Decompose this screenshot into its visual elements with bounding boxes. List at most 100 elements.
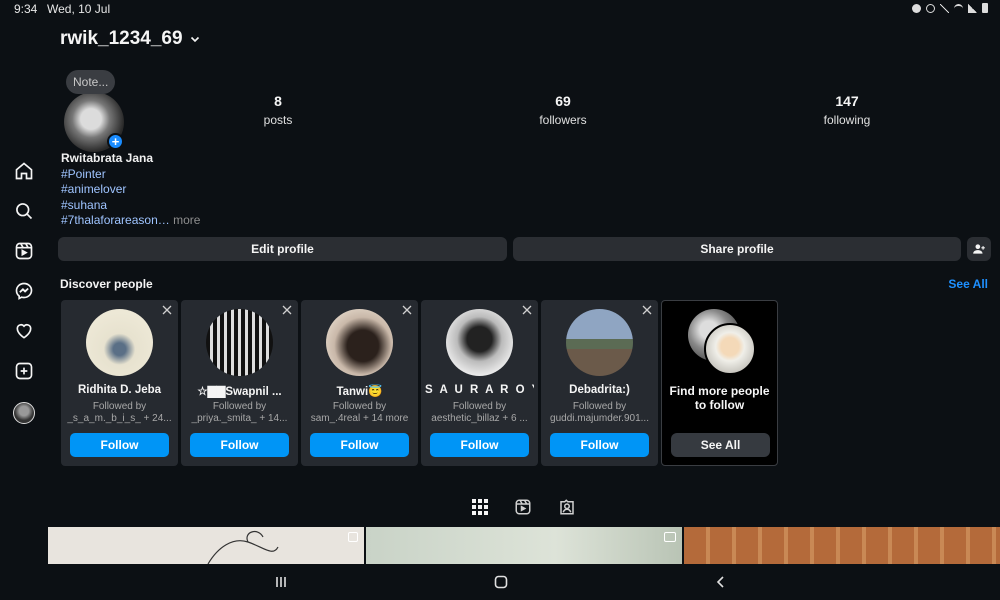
alarm-icon [926,3,935,13]
home-button-icon[interactable] [493,574,509,590]
close-icon[interactable] [642,305,652,315]
grid-icon [472,499,488,515]
suggestion-name[interactable]: Debadrita:) [545,384,654,396]
followed-by-label: Followed by [92,401,147,412]
suggestion-name[interactable]: ☆▇▇Swapnil ... [185,384,294,398]
suggestion-name[interactable]: S A U R A R O Y [425,384,534,396]
bio-hashtag[interactable]: #suhana [61,198,200,214]
post-thumbnail[interactable] [684,527,1000,564]
followed-by-label: Followed by [572,401,627,412]
follow-button[interactable]: Follow [550,433,649,457]
suggestion-card[interactable]: Tanwi😇 Followed by sam_.4real + 14 more … [301,300,418,466]
close-icon[interactable] [522,305,532,315]
tab-reels[interactable] [513,497,533,517]
status-bar: 9:34 Wed, 10 Jul [0,0,1000,18]
status-icons [912,3,988,13]
tab-grid[interactable] [470,497,490,517]
system-nav-bar [0,564,1000,600]
carousel-icon [348,532,358,542]
search-icon[interactable] [13,200,35,222]
suggestion-card[interactable]: Debadrita:) Followed by guddi.majumder.9… [541,300,658,466]
username[interactable]: rwik_1234_69 [60,28,183,50]
bio-hashtag[interactable]: #Pointer [61,167,200,183]
suggestion-card[interactable]: Ridhita D. Jeba Followed by _s_a_m._b_i_… [61,300,178,466]
status-time: 9:34 [14,2,38,16]
close-icon[interactable] [402,305,412,315]
followed-by-users: sam_.4real + 14 more [310,413,409,424]
notification-icon [912,3,921,13]
stat-posts[interactable]: 8 posts [218,93,338,127]
followed-by-label: Followed by [212,401,267,412]
tagged-icon [560,499,574,515]
stat-label: followers [539,113,587,127]
display-name: Rwitabrata Jana [61,151,154,165]
close-icon[interactable] [162,305,172,315]
stat-following[interactable]: 147 following [787,93,907,127]
suggestion-name[interactable]: Tanwi😇 [305,384,414,398]
followed-by-users: _s_a_m._b_i_s_ + 24... [67,413,172,424]
reel-badge-icon [664,532,676,542]
suggestion-card[interactable]: ☆▇▇Swapnil ... Followed by _priya._smita… [181,300,298,466]
stat-followers[interactable]: 69 followers [503,93,623,127]
add-story-icon[interactable]: + [107,133,124,150]
suggestion-avatar[interactable] [446,309,513,376]
add-person-icon [973,244,985,254]
home-icon[interactable] [13,160,35,182]
recent-apps-icon[interactable] [273,574,289,590]
find-more-card[interactable]: Find more people to follow See All [661,300,778,466]
followed-by-label: Followed by [332,401,387,412]
bio-hashtag[interactable]: #7thalaforareason… [61,213,170,227]
suggestion-avatar[interactable] [206,309,273,376]
follow-button[interactable]: Follow [70,433,169,457]
followed-by-label: Followed by [452,401,507,412]
sketch-drawing [207,530,279,565]
reels-icon[interactable] [13,240,35,262]
post-thumbnail[interactable] [48,527,364,565]
suggestion-card[interactable]: S A U R A R O Y Followed by aesthetic_bi… [421,300,538,466]
status-date: Wed, 10 Jul [47,2,111,16]
profile-avatar[interactable] [13,402,35,424]
find-more-text: Find more people to follow [669,384,770,412]
profile-tabs [0,497,1000,517]
stat-value: 8 [274,93,282,109]
suggestion-avatar[interactable] [566,309,633,376]
chevron-down-icon[interactable] [189,33,201,45]
see-all-button[interactable]: See All [671,433,770,457]
tab-tagged[interactable] [557,497,577,517]
post-thumbnail[interactable] [366,527,682,564]
add-user-button[interactable] [967,237,991,261]
bio-hashtag[interactable]: #animelover [61,182,200,198]
share-profile-button[interactable]: Share profile [513,237,961,261]
follow-button[interactable]: Follow [190,433,289,457]
followed-by-users: guddi.majumder.901... [550,413,649,424]
discover-title: Discover people [60,277,153,291]
battery-icon [982,3,988,13]
suggestion-name[interactable]: Ridhita D. Jeba [65,384,174,396]
messenger-icon[interactable] [13,280,35,302]
create-icon[interactable] [13,360,35,382]
heart-icon[interactable] [13,320,35,342]
see-all-link[interactable]: See All [948,277,988,291]
signal-icon [968,3,977,13]
suggestion-avatar[interactable] [86,309,153,376]
stat-label: following [823,113,871,127]
suggestion-avatar [704,323,756,375]
follow-button[interactable]: Follow [430,433,529,457]
close-icon[interactable] [282,305,292,315]
bio-more-link[interactable]: more [173,213,200,227]
mute-icon [940,3,949,13]
profile-header[interactable]: rwik_1234_69 [60,28,201,50]
stat-value: 69 [555,93,571,109]
note-bubble[interactable]: Note... [66,70,116,94]
reels-icon [515,499,531,515]
profile-bio: Rwitabrata Jana #Pointer #animelover #su… [61,151,200,229]
followed-by-users: aesthetic_billaz + 6 ... [431,413,528,424]
followed-by-users: _priya._smita_ + 14... [191,413,288,424]
edit-profile-button[interactable]: Edit profile [58,237,507,261]
follow-button[interactable]: Follow [310,433,409,457]
wifi-icon [954,3,963,13]
back-icon[interactable] [713,574,729,590]
suggestion-avatar[interactable] [326,309,393,376]
stat-value: 147 [835,93,859,109]
sidebar-nav [0,18,48,564]
